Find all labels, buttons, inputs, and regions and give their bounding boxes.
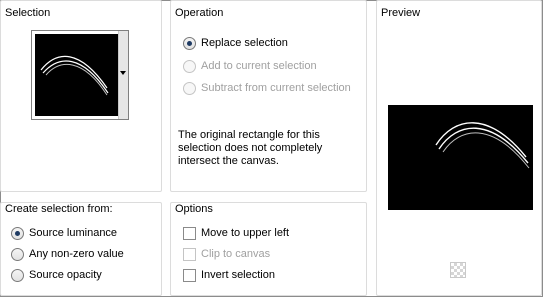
selection-from-mask-dialog: Selection Operation Replace selection Ad… <box>0 0 543 297</box>
selection-source-dropdown[interactable] <box>31 30 129 120</box>
checkbox[interactable] <box>183 268 196 282</box>
radio-label: Subtract from current selection <box>201 82 351 94</box>
radio-label: Replace selection <box>201 37 288 49</box>
radio-subtract-from-selection[interactable]: Subtract from current selection <box>183 80 351 96</box>
checkbox-clip-to-canvas[interactable]: Clip to canvas <box>183 246 270 262</box>
radio-button[interactable] <box>11 268 24 282</box>
radio-label: Source luminance <box>29 227 118 239</box>
selection-group-title: Selection <box>5 7 51 19</box>
create-selection-from-title: Create selection from: <box>5 203 113 215</box>
checkbox-label: Invert selection <box>201 269 275 281</box>
radio-add-to-selection[interactable]: Add to current selection <box>183 58 317 74</box>
chevron-down-icon[interactable] <box>120 71 126 75</box>
radio-source-luminance[interactable]: Source luminance <box>11 225 117 241</box>
selection-thumbnail <box>35 34 118 116</box>
operation-group-title: Operation <box>175 7 224 19</box>
radio-button[interactable] <box>183 81 196 95</box>
checkbox[interactable] <box>183 247 196 261</box>
radio-label: Source opacity <box>29 269 102 281</box>
radio-button[interactable] <box>183 59 196 73</box>
options-group-title: Options <box>175 203 213 215</box>
preview-canvas <box>388 105 533 210</box>
curve-thumbnail-graphic <box>40 55 109 96</box>
radio-any-non-zero-value[interactable]: Any non-zero value <box>11 246 124 262</box>
checkerboard-icon[interactable] <box>450 262 466 278</box>
checkbox-label: Move to upper left <box>201 227 290 239</box>
radio-source-opacity[interactable]: Source opacity <box>11 267 102 283</box>
checkbox-label: Clip to canvas <box>201 248 271 260</box>
radio-replace-selection[interactable]: Replace selection <box>183 35 288 51</box>
radio-label: Add to current selection <box>201 60 317 72</box>
curve-preview-graphic <box>435 122 530 169</box>
checkbox[interactable] <box>183 226 196 240</box>
dropdown-scroll-strip[interactable] <box>118 31 128 119</box>
radio-button[interactable] <box>11 226 24 240</box>
radio-label: Any non-zero value <box>29 248 124 260</box>
preview-group-title: Preview <box>381 7 421 19</box>
checkbox-invert-selection[interactable]: Invert selection <box>183 267 275 283</box>
checkbox-move-to-upper-left[interactable]: Move to upper left <box>183 225 289 241</box>
radio-button[interactable] <box>11 247 24 261</box>
radio-button[interactable] <box>183 36 196 50</box>
intersection-warning-text: The original rectangle for this selectio… <box>178 129 323 167</box>
